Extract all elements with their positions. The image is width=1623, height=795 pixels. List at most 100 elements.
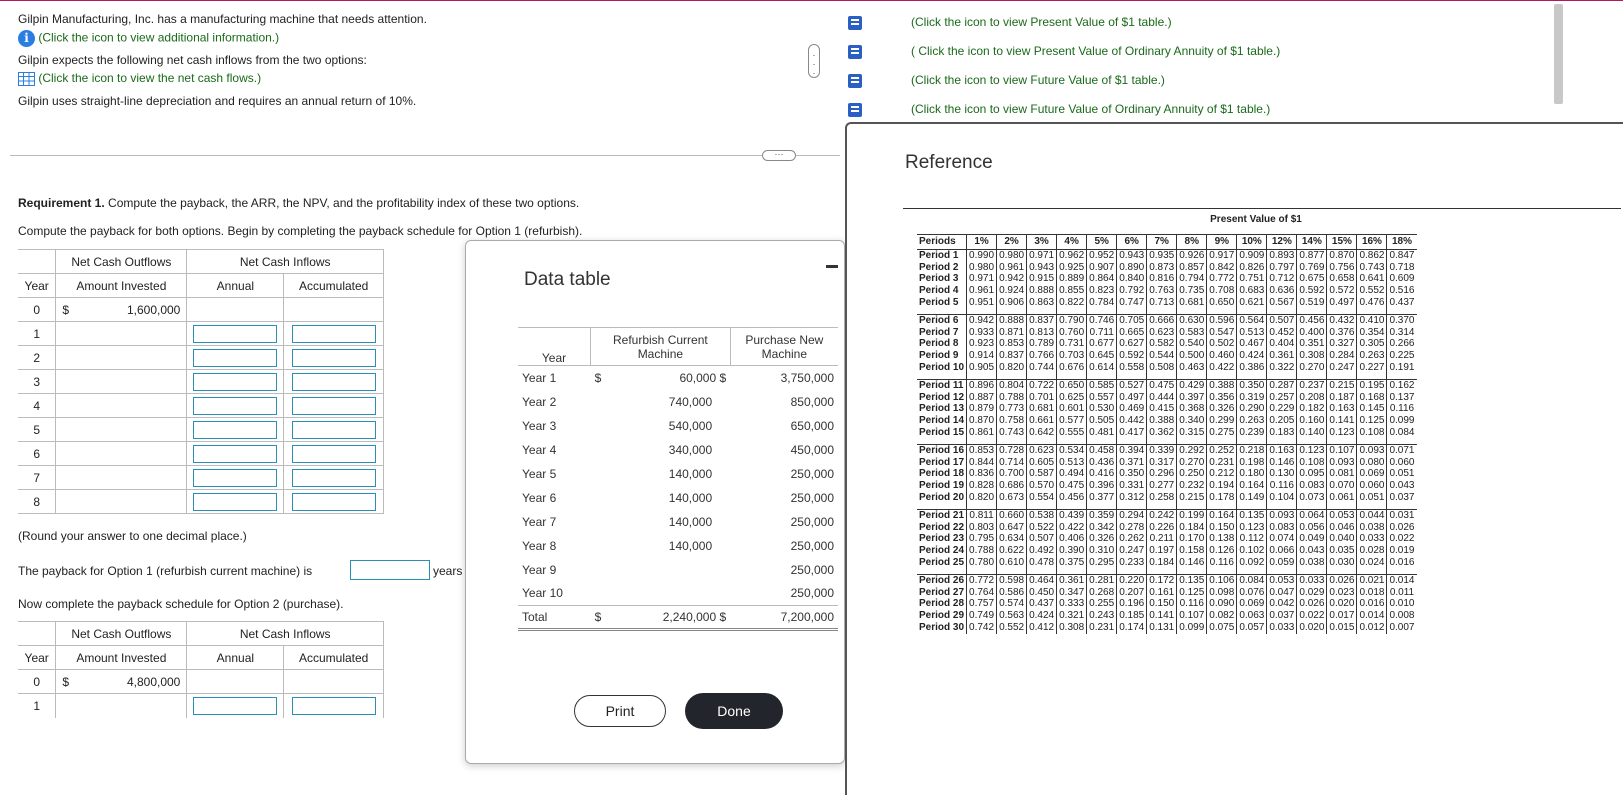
option-2-text: Now complete the payback schedule for Op… xyxy=(18,597,344,611)
book-icon[interactable] xyxy=(846,14,864,32)
pv-cell: 0.016 xyxy=(1386,556,1417,569)
option-2-annual-input-year-1[interactable] xyxy=(193,696,278,715)
cash-flow-link[interactable]: (Click the icon to view the net cash flo… xyxy=(38,71,261,85)
book-icon[interactable] xyxy=(846,101,864,119)
pv-cell: 0.773 xyxy=(996,403,1027,416)
pv-annuity-table-link[interactable]: ( Click the icon to view Present Value o… xyxy=(911,44,1280,58)
pv-cell: 0.557 xyxy=(1086,391,1117,404)
expand-handle-vertical[interactable]: · · · xyxy=(808,44,820,78)
pv-cell: 0.084 xyxy=(1236,574,1267,587)
pv-cell: 0.582 xyxy=(1146,338,1177,351)
annual-input-year-7[interactable] xyxy=(193,468,278,487)
pv-cell: 0.063 xyxy=(1236,610,1267,622)
print-button[interactable]: Print xyxy=(574,695,666,727)
pv-cell: 0.362 xyxy=(1146,426,1177,439)
fv-table-link[interactable]: (Click the icon to view Future Value of … xyxy=(911,73,1165,87)
pv-cell: 0.469 xyxy=(1116,403,1147,416)
done-button[interactable]: Done xyxy=(685,693,783,729)
pv-cell: 0.397 xyxy=(1176,391,1207,404)
pv-cell: 0.107 xyxy=(1176,610,1207,622)
info-link-row[interactable]: i (Click the icon to view additional inf… xyxy=(18,30,279,47)
pv-cell: 0.444 xyxy=(1146,391,1177,404)
pv-cell: 0.410 xyxy=(1356,314,1387,327)
pv-row: Period 27 0.764 0.586 0.450 0.347 0.268 0.207 0… xyxy=(917,586,1417,599)
accumulated-input-year-4[interactable] xyxy=(291,396,376,415)
pv-cell: 0.149 xyxy=(1236,491,1267,504)
pv-cell: 0.792 xyxy=(1116,285,1147,297)
pv-cell: 0.439 xyxy=(1056,509,1087,522)
pv-cell: 0.011 xyxy=(1386,586,1417,599)
accumulated-input-year-3[interactable] xyxy=(291,372,376,391)
pv-cell: 0.676 xyxy=(1056,361,1087,374)
pv-cell: 0.007 xyxy=(1386,621,1417,634)
pv-cell: 0.925 xyxy=(1056,261,1087,274)
pv-cell: 0.794 xyxy=(1176,273,1207,286)
pv-cell: 0.212 xyxy=(1206,468,1237,481)
pv-cell: 0.170 xyxy=(1176,533,1207,546)
pv-cell: 0.481 xyxy=(1086,426,1117,439)
annual-input-year-1[interactable] xyxy=(193,324,278,343)
pv-period-label: Period 27 xyxy=(919,586,965,598)
pv-row: Period 7 0.933 0.871 0.813 0.760 0.711 0.665 0.… xyxy=(917,326,1417,339)
pv-cell: 0.312 xyxy=(1116,491,1147,504)
pv-cell: 0.233 xyxy=(1116,556,1147,569)
info-link[interactable]: (Click the icon to view additional infor… xyxy=(38,31,279,45)
reference-title: Reference xyxy=(905,152,993,173)
pv-cell: 0.645 xyxy=(1086,350,1117,362)
accumulated-input-year-1[interactable] xyxy=(291,324,376,343)
scrollbar[interactable] xyxy=(1554,4,1563,104)
dialog-title: Data table xyxy=(524,269,611,290)
pv-cell: 0.458 xyxy=(1086,444,1117,457)
accumulated-input-year-7[interactable] xyxy=(291,468,376,487)
pv-cell: 0.083 xyxy=(1266,521,1297,534)
pv-cell: 0.412 xyxy=(1026,621,1057,634)
pv-cell: 0.942 xyxy=(996,273,1027,286)
annual-input-year-3[interactable] xyxy=(193,372,278,391)
pv-cell: 0.962 xyxy=(1056,248,1087,262)
pv-cell: 0.242 xyxy=(1146,509,1177,522)
expand-handle-horizontal[interactable]: ··· xyxy=(762,150,796,161)
header-accumulated-2: Accumulated xyxy=(283,645,384,670)
table-grid-icon[interactable] xyxy=(18,71,35,86)
book-icon[interactable] xyxy=(846,72,864,90)
pv-cell: 0.961 xyxy=(966,285,997,297)
book-icon[interactable] xyxy=(846,43,864,61)
pv-cell: 0.066 xyxy=(1266,545,1297,557)
pv-cell: 0.452 xyxy=(1266,326,1297,339)
minimize-icon[interactable] xyxy=(826,265,838,268)
pv-cell: 0.497 xyxy=(1326,296,1357,309)
pv-header-rate: 4% xyxy=(1056,234,1087,250)
cash-flow-link-row[interactable]: (Click the icon to view the net cash flo… xyxy=(18,71,261,86)
pv-cell: 0.634 xyxy=(996,533,1027,546)
accumulated-input-year-5[interactable] xyxy=(291,420,376,439)
accumulated-input-year-8[interactable] xyxy=(291,492,376,511)
pv-cell: 0.294 xyxy=(1116,509,1147,522)
annual-input-year-2[interactable] xyxy=(193,348,278,367)
pv-cell: 0.873 xyxy=(1146,261,1177,274)
pv-cell: 0.020 xyxy=(1326,598,1357,611)
pv-cell: 0.890 xyxy=(1116,261,1147,274)
accumulated-input-year-2[interactable] xyxy=(291,348,376,367)
section-divider xyxy=(10,155,840,156)
option-2-accumulated-input-year-1[interactable] xyxy=(291,696,376,715)
annual-input-year-8[interactable] xyxy=(193,492,278,511)
pv-period-label: Period 22 xyxy=(919,521,965,533)
annual-input-year-6[interactable] xyxy=(193,444,278,463)
pv-header-periods: Periods xyxy=(917,234,967,250)
pv-table-link[interactable]: (Click the icon to view Present Value of… xyxy=(911,15,1172,29)
pv-cell: 0.990 xyxy=(966,248,997,262)
pv-cell: 0.436 xyxy=(1086,456,1117,469)
pv-cell: 0.400 xyxy=(1296,326,1327,339)
fv-annuity-table-link[interactable]: (Click the icon to view Future Value of … xyxy=(911,102,1270,116)
annual-input-year-4[interactable] xyxy=(193,396,278,415)
payback-option-1-input[interactable] xyxy=(350,560,430,580)
header-refurbish: Refurbish Current Machine xyxy=(590,327,731,366)
pv-cell: 0.195 xyxy=(1356,379,1387,392)
annual-input-year-5[interactable] xyxy=(193,420,278,439)
pv-cell: 0.513 xyxy=(1056,456,1087,469)
amount-invested-year-0: $1,600,000 xyxy=(55,297,187,322)
pv-cell: 0.820 xyxy=(996,361,1027,374)
accumulated-input-year-6[interactable] xyxy=(291,444,376,463)
info-icon[interactable]: i xyxy=(18,30,35,47)
pv-cell: 0.870 xyxy=(966,415,997,427)
